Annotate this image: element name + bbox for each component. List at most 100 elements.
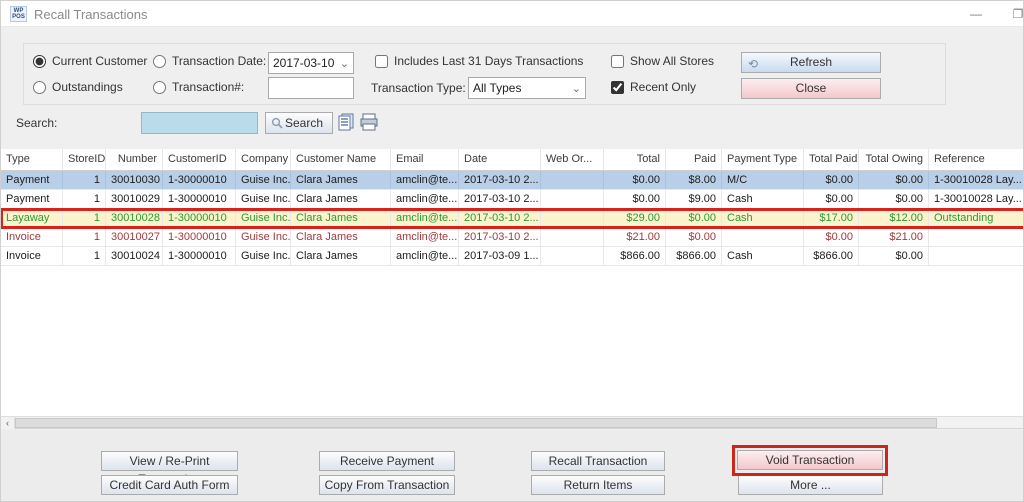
- cell[interactable]: Layaway: [1, 209, 63, 227]
- credit-card-auth-form-button[interactable]: Credit Card Auth Form: [101, 475, 238, 495]
- column-header[interactable]: Payment Type: [722, 149, 804, 170]
- void-transaction-button[interactable]: Void Transaction: [737, 450, 883, 470]
- cell[interactable]: Invoice: [1, 247, 63, 265]
- maximize-button[interactable]: ❐: [1003, 1, 1024, 27]
- cell[interactable]: Guise Inc.: [236, 190, 291, 208]
- column-header[interactable]: Number: [106, 149, 163, 170]
- cell[interactable]: Clara James: [291, 247, 391, 265]
- cell[interactable]: $0.00: [859, 171, 929, 189]
- cell[interactable]: $866.00: [804, 247, 859, 265]
- cell[interactable]: 30010029: [106, 190, 163, 208]
- cell[interactable]: $0.00: [804, 228, 859, 246]
- column-header[interactable]: Total Paid: [804, 149, 859, 170]
- cell[interactable]: $21.00: [859, 228, 929, 246]
- cell[interactable]: Guise Inc.: [236, 171, 291, 189]
- cell[interactable]: 30010027: [106, 228, 163, 246]
- cell[interactable]: Payment: [1, 171, 63, 189]
- cell[interactable]: [929, 228, 1024, 246]
- cell[interactable]: amclin@te...: [391, 228, 459, 246]
- radio-transaction-date[interactable]: Transaction Date:: [153, 54, 266, 68]
- column-header[interactable]: Customer Name: [291, 149, 391, 170]
- cell[interactable]: $0.00: [666, 228, 722, 246]
- cell[interactable]: 1: [63, 228, 106, 246]
- cell[interactable]: 1: [63, 190, 106, 208]
- column-header[interactable]: Total Owing: [859, 149, 929, 170]
- print-icon[interactable]: [359, 111, 379, 133]
- checkbox-recent-only-input[interactable]: [611, 81, 624, 94]
- cell[interactable]: $866.00: [666, 247, 722, 265]
- minimize-button[interactable]: —: [961, 1, 991, 27]
- cell[interactable]: [929, 247, 1024, 265]
- cell[interactable]: amclin@te...: [391, 190, 459, 208]
- column-header[interactable]: Paid: [666, 149, 722, 170]
- cell[interactable]: $0.00: [804, 171, 859, 189]
- cell[interactable]: amclin@te...: [391, 209, 459, 227]
- cell[interactable]: [541, 247, 604, 265]
- cell[interactable]: [541, 209, 604, 227]
- horizontal-scrollbar[interactable]: ‹: [1, 416, 1024, 429]
- cell[interactable]: $17.00: [804, 209, 859, 227]
- cell[interactable]: Clara James: [291, 171, 391, 189]
- cell[interactable]: 30010024: [106, 247, 163, 265]
- cell[interactable]: 2017-03-09 1...: [459, 247, 541, 265]
- cell[interactable]: 1-30010028 Lay...: [929, 171, 1024, 189]
- search-button[interactable]: Search: [265, 112, 333, 134]
- cell[interactable]: 1-30000010: [163, 247, 236, 265]
- cell[interactable]: $0.00: [666, 209, 722, 227]
- checkbox-recent-only[interactable]: Recent Only: [611, 80, 696, 94]
- more-button[interactable]: More ...: [738, 475, 883, 495]
- cell[interactable]: 1: [63, 171, 106, 189]
- export-list-icon[interactable]: [337, 111, 357, 133]
- cell[interactable]: 2017-03-10 2...: [459, 209, 541, 227]
- cell[interactable]: $866.00: [604, 247, 666, 265]
- cell[interactable]: 1-30000010: [163, 209, 236, 227]
- checkbox-show-all-stores[interactable]: Show All Stores: [611, 54, 714, 68]
- cell[interactable]: $8.00: [666, 171, 722, 189]
- checkbox-show-all-stores-input[interactable]: [611, 55, 624, 68]
- column-header[interactable]: Total: [604, 149, 666, 170]
- cell[interactable]: $0.00: [859, 190, 929, 208]
- cell[interactable]: Guise Inc.: [236, 247, 291, 265]
- table-row[interactable]: Invoice1300100241-30000010Guise Inc.Clar…: [1, 247, 1024, 266]
- cell[interactable]: $0.00: [604, 171, 666, 189]
- copy-from-transaction-button[interactable]: Copy From Transaction: [319, 475, 455, 495]
- view-reprint-transaction-button[interactable]: View / Re-Print Transaction: [101, 451, 238, 471]
- column-header[interactable]: Date: [459, 149, 541, 170]
- cell[interactable]: 1: [63, 247, 106, 265]
- radio-outstandings-input[interactable]: [33, 81, 46, 94]
- cell[interactable]: Cash: [722, 247, 804, 265]
- cell[interactable]: 1: [63, 209, 106, 227]
- cell[interactable]: $21.00: [604, 228, 666, 246]
- radio-current-customer[interactable]: Current Customer: [33, 54, 147, 68]
- column-header[interactable]: StoreID: [63, 149, 106, 170]
- radio-transaction-date-input[interactable]: [153, 55, 166, 68]
- transaction-type-combobox[interactable]: All Types ⌄: [468, 77, 586, 99]
- radio-current-customer-input[interactable]: [33, 55, 46, 68]
- cell[interactable]: [541, 228, 604, 246]
- column-header[interactable]: Reference: [929, 149, 1024, 170]
- cell[interactable]: 2017-03-10 2...: [459, 228, 541, 246]
- cell[interactable]: $0.00: [859, 247, 929, 265]
- cell[interactable]: 1-30000010: [163, 171, 236, 189]
- column-header[interactable]: CustomerID: [163, 149, 236, 170]
- cell[interactable]: Guise Inc.: [236, 209, 291, 227]
- cell[interactable]: [722, 228, 804, 246]
- transaction-number-input[interactable]: [268, 77, 354, 99]
- column-header[interactable]: Email: [391, 149, 459, 170]
- radio-outstandings[interactable]: Outstandings: [33, 80, 123, 94]
- cell[interactable]: amclin@te...: [391, 247, 459, 265]
- cell[interactable]: Outstanding: [929, 209, 1024, 227]
- cell[interactable]: $9.00: [666, 190, 722, 208]
- search-input[interactable]: [141, 112, 258, 134]
- checkbox-last31-input[interactable]: [375, 55, 388, 68]
- cell[interactable]: Clara James: [291, 209, 391, 227]
- refresh-button[interactable]: ⟲ Refresh: [741, 52, 881, 73]
- checkbox-last31[interactable]: Includes Last 31 Days Transactions: [375, 54, 583, 68]
- cell[interactable]: amclin@te...: [391, 171, 459, 189]
- scrollbar-thumb[interactable]: [15, 418, 937, 428]
- scroll-left-arrow[interactable]: ‹: [1, 417, 15, 429]
- cell[interactable]: Invoice: [1, 228, 63, 246]
- column-header[interactable]: Company: [236, 149, 291, 170]
- cell[interactable]: M/C: [722, 171, 804, 189]
- cell[interactable]: 1-30000010: [163, 228, 236, 246]
